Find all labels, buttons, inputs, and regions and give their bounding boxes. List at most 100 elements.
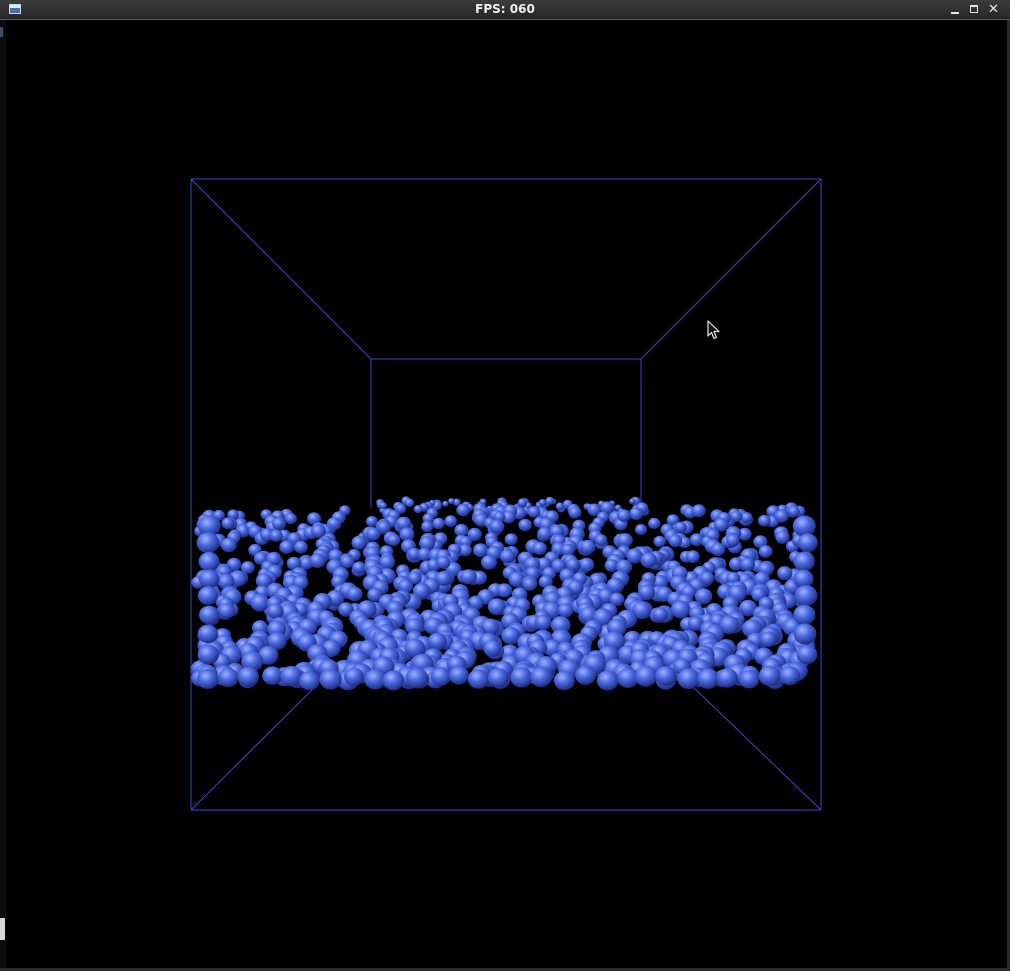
- minimize-icon: [951, 12, 959, 14]
- particle-sphere: [691, 504, 706, 518]
- background-edge-mark: [0, 918, 5, 940]
- app-window: FPS: 060 ✕: [0, 0, 1010, 971]
- particle-sphere: [198, 551, 220, 572]
- particle-sphere: [648, 517, 661, 530]
- particle-sphere: [774, 509, 789, 523]
- particle-sphere: [760, 631, 777, 647]
- particle-sphere: [407, 571, 422, 585]
- particle-sphere: [538, 499, 547, 507]
- particle-sphere: [197, 644, 219, 665]
- particle-sphere: [262, 666, 283, 685]
- particle-sphere: [405, 667, 429, 688]
- particle-sphere: [218, 603, 236, 619]
- particle-sphere: [421, 520, 434, 533]
- particle-sphere: [670, 600, 691, 619]
- particle-sphere: [487, 668, 509, 688]
- particle-sphere: [532, 541, 547, 555]
- particle-sphere: [518, 518, 532, 532]
- particle-sphere: [685, 550, 700, 564]
- simulation-canvas: [190, 178, 822, 811]
- particle-sphere: [640, 552, 658, 568]
- particle-sphere: [561, 543, 575, 557]
- particle-sphere: [758, 545, 773, 558]
- depth-edge: [689, 683, 822, 811]
- particle-sphere: [499, 549, 516, 564]
- particle-sphere: [199, 605, 220, 625]
- particle-sphere: [448, 666, 469, 685]
- particle-sphere: [578, 557, 595, 572]
- particle-sphere: [740, 512, 753, 524]
- particle-sphere: [379, 502, 387, 509]
- particle-sphere: [629, 498, 636, 505]
- particle-sphere: [710, 542, 726, 557]
- particle-sphere: [496, 583, 513, 598]
- particle-sphere: [220, 537, 237, 553]
- particle-sphere: [510, 667, 533, 688]
- particle-sphere: [796, 645, 818, 665]
- particle-sphere: [580, 539, 596, 555]
- particle-sphere: [629, 507, 644, 521]
- particle-sphere: [352, 561, 366, 574]
- particle-sphere: [430, 667, 451, 686]
- particle-sphere: [460, 569, 477, 585]
- particle-sphere: [319, 669, 342, 690]
- close-button[interactable]: ✕: [985, 1, 1002, 18]
- particle-sphere: [537, 527, 552, 541]
- title-bar[interactable]: FPS: 060 ✕: [0, 0, 1010, 20]
- particle-sphere: [351, 535, 367, 550]
- depth-edge: [190, 178, 372, 360]
- particle-sphere: [250, 593, 270, 612]
- particle-sphere: [197, 624, 218, 644]
- particle-sphere: [634, 665, 658, 687]
- minimize-button[interactable]: [947, 1, 964, 18]
- particle-sphere: [294, 540, 308, 554]
- particle-sphere: [793, 623, 817, 645]
- particle-sphere: [557, 603, 574, 618]
- particle-sphere: [793, 604, 816, 626]
- particle-sphere: [726, 533, 740, 547]
- depth-edge: [190, 683, 319, 811]
- particle-sphere: [309, 553, 326, 568]
- particle-sphere: [504, 533, 518, 546]
- particle-sphere: [697, 668, 720, 689]
- particle-sphere: [473, 543, 489, 558]
- particle-sphere: [198, 569, 220, 589]
- particle-sphere: [758, 514, 771, 527]
- particle-sphere: [668, 534, 683, 548]
- particle-sphere: [617, 533, 633, 548]
- particle-sphere: [266, 603, 284, 619]
- particle-sphere: [555, 502, 565, 511]
- particle-sphere: [237, 666, 259, 687]
- particle-sphere: [346, 586, 363, 602]
- particle-sphere: [575, 665, 597, 685]
- particle-sphere: [655, 666, 677, 686]
- particle-sphere: [617, 509, 631, 522]
- particle-sphere: [467, 669, 490, 689]
- particle-sphere: [797, 533, 818, 552]
- window-title: FPS: 060: [475, 2, 535, 16]
- particle-sphere: [545, 496, 555, 505]
- container-box-wireframe: [190, 178, 822, 811]
- mouse-pointer-icon: [707, 320, 720, 340]
- particle-sphere: [517, 498, 528, 508]
- particle-sphere: [594, 534, 608, 546]
- particle-sphere: [553, 670, 575, 691]
- particle-sphere: [716, 668, 738, 688]
- particle-sphere: [758, 665, 781, 687]
- particle-sphere: [197, 669, 219, 690]
- particle-sphere: [635, 524, 647, 535]
- particle-sphere: [677, 668, 700, 689]
- particle-sphere: [299, 671, 320, 691]
- particle-sphere: [787, 505, 800, 518]
- particle-sphere: [483, 640, 502, 657]
- particle-sphere: [792, 515, 816, 537]
- particle-sphere: [777, 566, 793, 581]
- particle-sphere: [487, 598, 506, 616]
- particle-sphere: [218, 668, 239, 688]
- particle-layer: [190, 501, 818, 691]
- maximize-button[interactable]: [966, 1, 983, 18]
- particle-sphere: [527, 506, 541, 518]
- particle-sphere: [387, 533, 401, 547]
- particle-sphere: [197, 586, 219, 605]
- render-viewport[interactable]: [6, 20, 1007, 968]
